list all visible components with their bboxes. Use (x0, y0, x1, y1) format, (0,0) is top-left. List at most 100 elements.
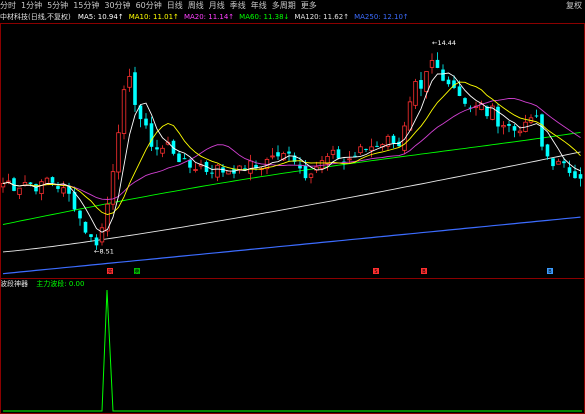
candle (0, 177, 6, 193)
candle (413, 78, 418, 109)
svg-text:S: S (374, 269, 377, 275)
candle (133, 66, 137, 112)
candle (556, 158, 561, 165)
indicator-legend: 波段神器 主力波段: 0.00 (0, 279, 90, 290)
ma-value: MA20: 11.14↑ (183, 13, 235, 21)
candle (182, 153, 187, 160)
candle (308, 172, 314, 184)
ma-value: MA250: 12.10↑ (354, 13, 409, 21)
candle (17, 187, 22, 199)
period-tab[interactable]: 月线 (209, 1, 225, 10)
period-tab[interactable]: 更多 (301, 1, 317, 10)
candle (496, 104, 500, 134)
candle (144, 113, 148, 129)
candle (523, 114, 528, 133)
signal-marker: B (547, 268, 553, 275)
low-annotation: ←8.51 (94, 248, 114, 256)
candle (155, 139, 159, 156)
candle (110, 164, 116, 210)
ma-line (2, 131, 581, 225)
candle (512, 124, 517, 138)
candle (127, 68, 132, 92)
indicator-name: 波段神器 (0, 280, 28, 288)
candle (319, 155, 325, 174)
signal-marker: 卖 (134, 268, 140, 275)
period-tab[interactable]: 60分钟 (136, 1, 162, 10)
candle (507, 120, 511, 133)
indicator-line (3, 290, 582, 412)
signal-marker: S (373, 268, 379, 275)
candle (435, 52, 440, 69)
candle (358, 143, 363, 155)
candle (385, 134, 391, 151)
ma-value: MA10: 11.01↑ (128, 13, 179, 21)
candle (210, 165, 214, 179)
period-tab[interactable]: 分时 (0, 1, 16, 10)
candle (39, 179, 44, 201)
candle (83, 221, 88, 235)
candle (501, 121, 506, 135)
candle (463, 97, 467, 107)
candle (160, 145, 165, 158)
candle (391, 133, 396, 149)
period-tab[interactable]: 1分钟 (21, 1, 42, 10)
indicator-chart[interactable] (0, 290, 585, 414)
candle (441, 64, 445, 82)
candle (34, 183, 38, 195)
period-tab[interactable]: 季线 (230, 1, 246, 10)
candle (215, 163, 220, 182)
period-tab[interactable]: 年线 (251, 1, 267, 10)
candle (479, 100, 484, 111)
candle (534, 109, 539, 118)
candle (429, 53, 435, 74)
period-toolbar: 分时 1分钟 5分钟 15分钟 30分钟 60分钟 日线 周线 月线 季线 年线 多周期 更多 复权 (0, 0, 585, 12)
candle (149, 116, 154, 152)
kline-chart[interactable]: ←14.44 ←8.51 买 卖 S B B (0, 23, 585, 279)
svg-text:卖: 卖 (134, 269, 139, 275)
svg-text:B: B (422, 269, 426, 275)
candle (105, 196, 110, 237)
adjust-button[interactable]: 复权 (566, 0, 582, 12)
candle (276, 145, 280, 160)
candle (78, 209, 82, 226)
indicator-line-label: 主力波段: 0.00 (36, 280, 85, 288)
period-tab[interactable]: 多周期 (272, 1, 296, 10)
signal-marker: B (421, 268, 427, 275)
candle (364, 148, 368, 153)
candle (375, 141, 379, 148)
candle (116, 124, 121, 180)
period-tab[interactable]: 5分钟 (47, 1, 68, 10)
candle (292, 152, 297, 165)
candle (232, 165, 236, 179)
ma-value: MA120: 11.62↑ (294, 13, 350, 21)
candle (121, 85, 127, 140)
signal-marker: 买 (107, 268, 113, 275)
period-tab[interactable]: 30分钟 (104, 1, 130, 10)
ma-legend: 中材科技(日线,不复权) MA5: 10.94↑ MA10: 11.01↑ MA20… (0, 12, 585, 23)
candle (270, 147, 275, 160)
candle (72, 186, 77, 212)
candle (551, 158, 555, 170)
candle (419, 71, 423, 97)
candle (407, 96, 413, 131)
candle (473, 101, 479, 116)
svg-text:B: B (548, 269, 552, 275)
candle (177, 150, 181, 163)
period-tab[interactable]: 15分钟 (73, 1, 99, 10)
period-tabs: 分时 1分钟 5分钟 15分钟 30分钟 60分钟 日线 周线 月线 季线 年线 多周期 更多 (0, 0, 585, 12)
candle (259, 166, 264, 176)
candle (99, 223, 105, 246)
high-annotation: ←14.44 (432, 39, 456, 47)
period-tab[interactable]: 日线 (167, 1, 183, 10)
svg-text:买: 买 (107, 268, 112, 275)
candle (353, 152, 357, 157)
candle (12, 176, 16, 192)
candle (287, 146, 291, 162)
candle (446, 76, 451, 87)
candle (314, 161, 319, 173)
candle (528, 114, 534, 125)
candle (540, 113, 544, 151)
period-tab[interactable]: 周线 (188, 1, 204, 10)
ma-values: MA5: 10.94↑ MA10: 11.01↑ MA20: 11.14↑ MA60:… (78, 13, 414, 21)
chart-title: 中材科技(日线,不复权) (0, 13, 71, 21)
